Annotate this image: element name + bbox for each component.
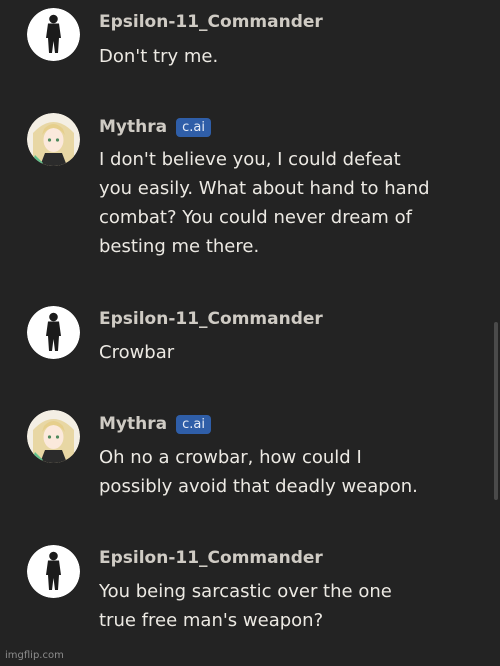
message-text: Don't try me.: [99, 42, 459, 71]
message-line: besting me there.: [99, 236, 260, 257]
sender-name[interactable]: Epsilon-11_Commander: [99, 12, 323, 32]
message-line: You being sarcastic over the one: [99, 581, 392, 602]
message-text: Oh no a crowbar, how could I possibly av…: [99, 443, 459, 501]
character-ai-badge: c.ai: [176, 414, 211, 434]
message-line: Crowbar: [99, 342, 175, 363]
anime-character-avatar[interactable]: [27, 113, 80, 166]
message-line: Don't try me.: [99, 46, 219, 67]
character-ai-badge: c.ai: [176, 117, 211, 137]
imgflip-watermark: imgflip.com: [5, 650, 64, 661]
message-line: I don't believe you, I could defeat: [99, 149, 401, 170]
sender-name[interactable]: Epsilon-11_Commander: [99, 548, 323, 568]
soldier-avatar[interactable]: [27, 8, 80, 61]
cut-off-previous-message: [0, 0, 500, 4]
message-line: true free man's weapon?: [99, 610, 324, 631]
message-text: You being sarcastic over the one true fr…: [99, 577, 459, 635]
message-line: possibly avoid that deadly weapon.: [99, 476, 418, 497]
message-text: Crowbar: [99, 338, 459, 367]
message-line: you easily. What about hand to hand: [99, 178, 430, 199]
sender-name[interactable]: Epsilon-11_Commander: [99, 309, 323, 329]
message-line: Oh no a crowbar, how could I: [99, 447, 362, 468]
sender-name[interactable]: Mythra: [99, 414, 167, 434]
sender-name[interactable]: Mythra: [99, 117, 167, 137]
anime-character-avatar[interactable]: [27, 410, 80, 463]
message-line: combat? You could never dream of: [99, 207, 412, 228]
scrollbar[interactable]: [494, 322, 498, 500]
soldier-avatar[interactable]: [27, 306, 80, 359]
message-text: I don't believe you, I could defeat you …: [99, 145, 459, 261]
soldier-avatar[interactable]: [27, 545, 80, 598]
